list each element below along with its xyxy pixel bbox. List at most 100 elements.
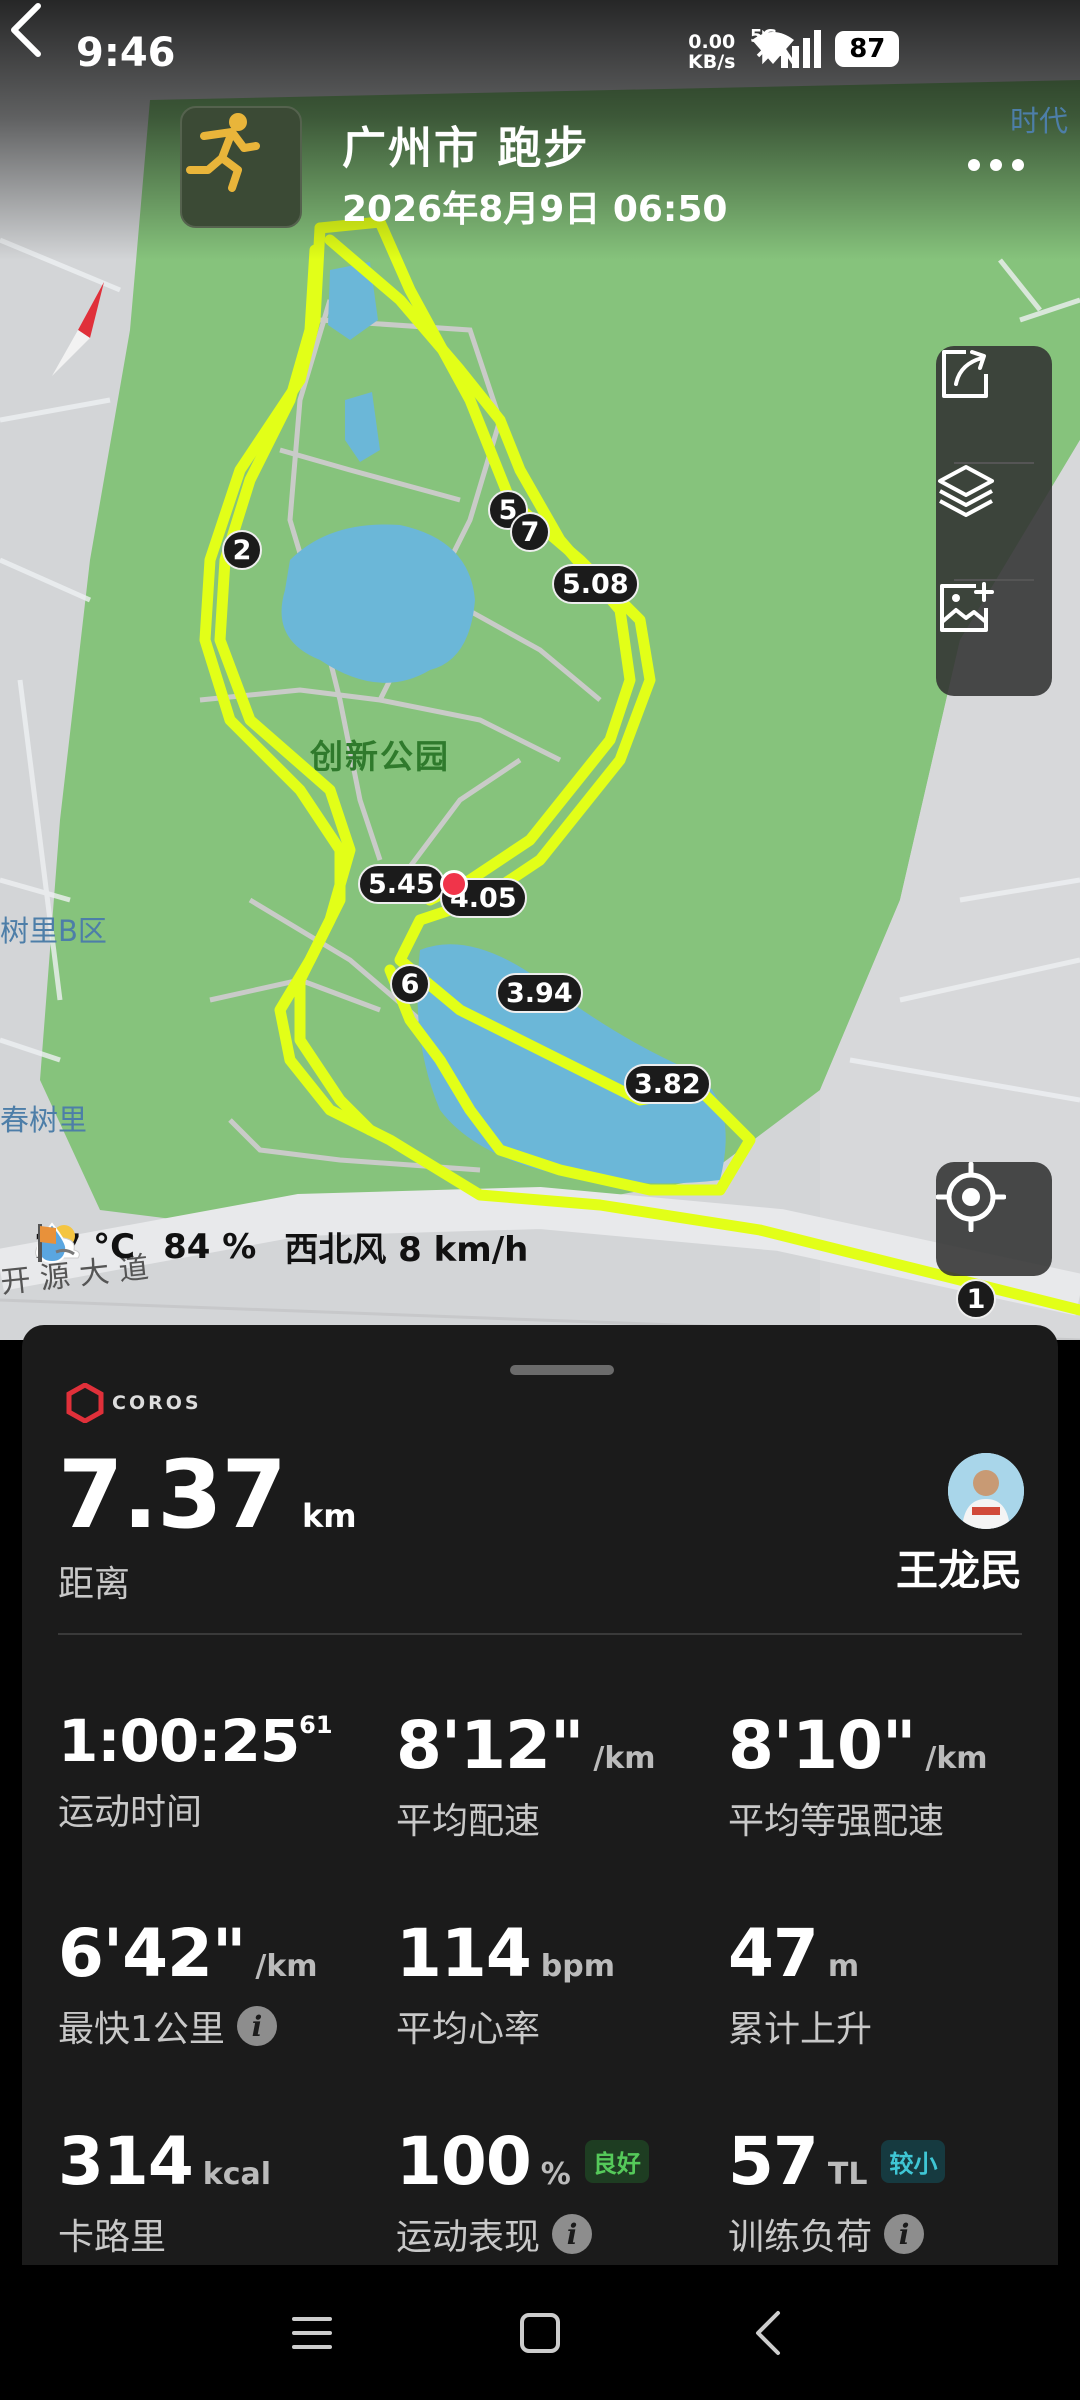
back-button[interactable]: [736, 2301, 800, 2365]
distance-unit: km: [301, 1497, 357, 1535]
performance-value: 100: [396, 2123, 532, 2200]
training-load-value: 57: [728, 2123, 819, 2200]
home-icon: [520, 2313, 560, 2353]
info-icon[interactable]: i: [236, 2006, 277, 2046]
locate-button[interactable]: [936, 1162, 1052, 1276]
map-label-left-lower: 春树里: [0, 1103, 88, 1137]
lap-marker[interactable]: 2: [222, 530, 262, 570]
avg-pace-unit: /km: [593, 1741, 656, 1776]
brand-name: COROS: [112, 1392, 202, 1414]
menu-icon: [292, 2317, 332, 2349]
network-speed-value: 0.00: [688, 31, 736, 53]
coros-logo-icon: [66, 1383, 104, 1423]
battery-icon: 87: [835, 31, 900, 67]
share-button[interactable]: [936, 346, 1052, 462]
performance-label: 运动表现: [396, 2217, 541, 2258]
add-image-button[interactable]: [936, 580, 1052, 696]
distance-value: 7.37: [58, 1441, 287, 1550]
elevation-gain-label: 累计上升: [728, 2009, 873, 2050]
current-position-dot: [440, 870, 468, 898]
info-icon[interactable]: i: [552, 2214, 593, 2254]
more-options-icon[interactable]: [968, 150, 1038, 180]
pace-marker[interactable]: 3.94: [496, 973, 583, 1013]
training-load-label: 训练负荷: [728, 2217, 873, 2258]
activity-summary-panel[interactable]: COROS 7.37 km 距离 王龙民 1:00:25 61 运动时间 8'12…: [22, 1325, 1058, 2400]
wifi-icon: [752, 32, 794, 64]
avatar[interactable]: [948, 1453, 1024, 1529]
humidity-item: 84 %: [36, 1222, 257, 1267]
map-label-left-middle: 树里B区: [0, 914, 107, 948]
layers-button[interactable]: [936, 463, 1052, 579]
status-bar: 9:46 0.00 KB/s 5G 87: [0, 0, 1080, 110]
performance-status-badge: 良好: [584, 2140, 649, 2183]
pace-marker[interactable]: 5.45: [358, 864, 445, 904]
wind-item: 西北风 8 km/h: [38, 1222, 529, 1271]
network-speed: 0.00 KB/s: [688, 32, 735, 72]
locate-icon: [936, 1162, 1006, 1232]
avg-grade-pace-value: 8'10": [728, 1707, 916, 1784]
stat-elevation-gain: 47 m 累计上升: [728, 1915, 1058, 2052]
sport-type-badge: [180, 106, 302, 228]
training-load-status-badge: 较小: [881, 2140, 946, 2183]
system-nav-bar: [0, 2265, 1080, 2400]
compass-icon[interactable]: [48, 282, 108, 378]
back-icon: [756, 2311, 780, 2355]
lap-marker[interactable]: 6: [390, 964, 430, 1004]
back-arrow-icon[interactable]: [0, 0, 60, 60]
stat-avg-grade-pace: 8'10" /km 平均等强配速: [728, 1707, 1058, 1844]
home-button[interactable]: [508, 2301, 572, 2365]
calories-label: 卡路里: [58, 2217, 167, 2258]
brand-logo: COROS: [66, 1383, 202, 1423]
user-name[interactable]: 王龙民: [896, 1537, 1022, 1598]
avg-hr-label: 平均心率: [396, 2009, 541, 2050]
share-icon: [942, 350, 988, 398]
lap-marker[interactable]: 1: [956, 1279, 996, 1319]
pace-marker[interactable]: 3.82: [624, 1064, 711, 1104]
activity-datetime: 2026年8月9日 06:50: [342, 189, 728, 230]
duration-label: 运动时间: [58, 1792, 203, 1833]
drag-handle[interactable]: [510, 1365, 614, 1375]
elevation-gain-unit: m: [827, 1949, 860, 1984]
distance-value-row: 7.37 km: [58, 1441, 357, 1550]
status-icons: 5G 87: [750, 26, 900, 68]
layers-icon: [938, 465, 994, 517]
stat-avg-hr: 114 bpm 平均心率: [396, 1915, 726, 2052]
network-speed-unit: KB/s: [688, 51, 736, 73]
training-load-unit: TL: [827, 2157, 868, 2192]
avg-pace-label: 平均配速: [396, 1801, 541, 1842]
wind-value: 西北风 8 km/h: [284, 1230, 529, 1270]
stat-fastest-km: 6'42" /km 最快1公里 i: [58, 1915, 388, 2052]
map-view[interactable]: 时代 树里B区 春树里 开 源 大 道 创新公园 2 5 7 5.08 5.45…: [0, 0, 1080, 1340]
fastest-km-unit: /km: [255, 1949, 318, 1984]
duration-value: 1:00:25: [58, 1707, 300, 1775]
stat-avg-pace: 8'12" /km 平均配速: [396, 1707, 726, 1844]
stat-performance: 100% 良好 运动表现 i: [396, 2123, 726, 2260]
distance-label: 距离: [58, 1564, 131, 1605]
fastest-km-value: 6'42": [58, 1915, 246, 1992]
weather-row: 27 °C 84 % 西北风 8 km/h: [34, 1222, 546, 1271]
info-icon[interactable]: i: [884, 2214, 925, 2254]
stat-duration: 1:00:25 61 运动时间: [58, 1707, 388, 1835]
status-time: 9:46: [76, 30, 176, 76]
avatar-image: [948, 1453, 1024, 1529]
humidity-value: 84 %: [163, 1226, 257, 1267]
performance-unit: %: [540, 2157, 571, 2192]
avg-grade-pace-label: 平均等强配速: [728, 1801, 945, 1842]
divider: [58, 1633, 1022, 1635]
add-image-icon: [940, 582, 994, 632]
stat-training-load: 57 TL 较小 训练负荷 i: [728, 2123, 1058, 2260]
park-name-label: 创新公园: [310, 737, 450, 776]
lap-marker[interactable]: 7: [510, 512, 550, 552]
wind-flag-icon: [38, 1224, 75, 1262]
avg-hr-unit: bpm: [540, 1949, 615, 1984]
menu-button[interactable]: [280, 2301, 344, 2365]
activity-title: 广州市 跑步: [342, 123, 590, 174]
calories-unit: kcal: [202, 2157, 272, 2192]
stat-calories: 314 kcal 卡路里: [58, 2123, 388, 2260]
fastest-km-label: 最快1公里: [58, 2009, 225, 2050]
avg-hr-value: 114: [396, 1915, 532, 1992]
running-person-icon: [186, 113, 260, 192]
duration-fraction: 61: [299, 1711, 333, 1739]
map-toolbar: [936, 346, 1052, 696]
pace-marker[interactable]: 5.08: [552, 564, 639, 604]
